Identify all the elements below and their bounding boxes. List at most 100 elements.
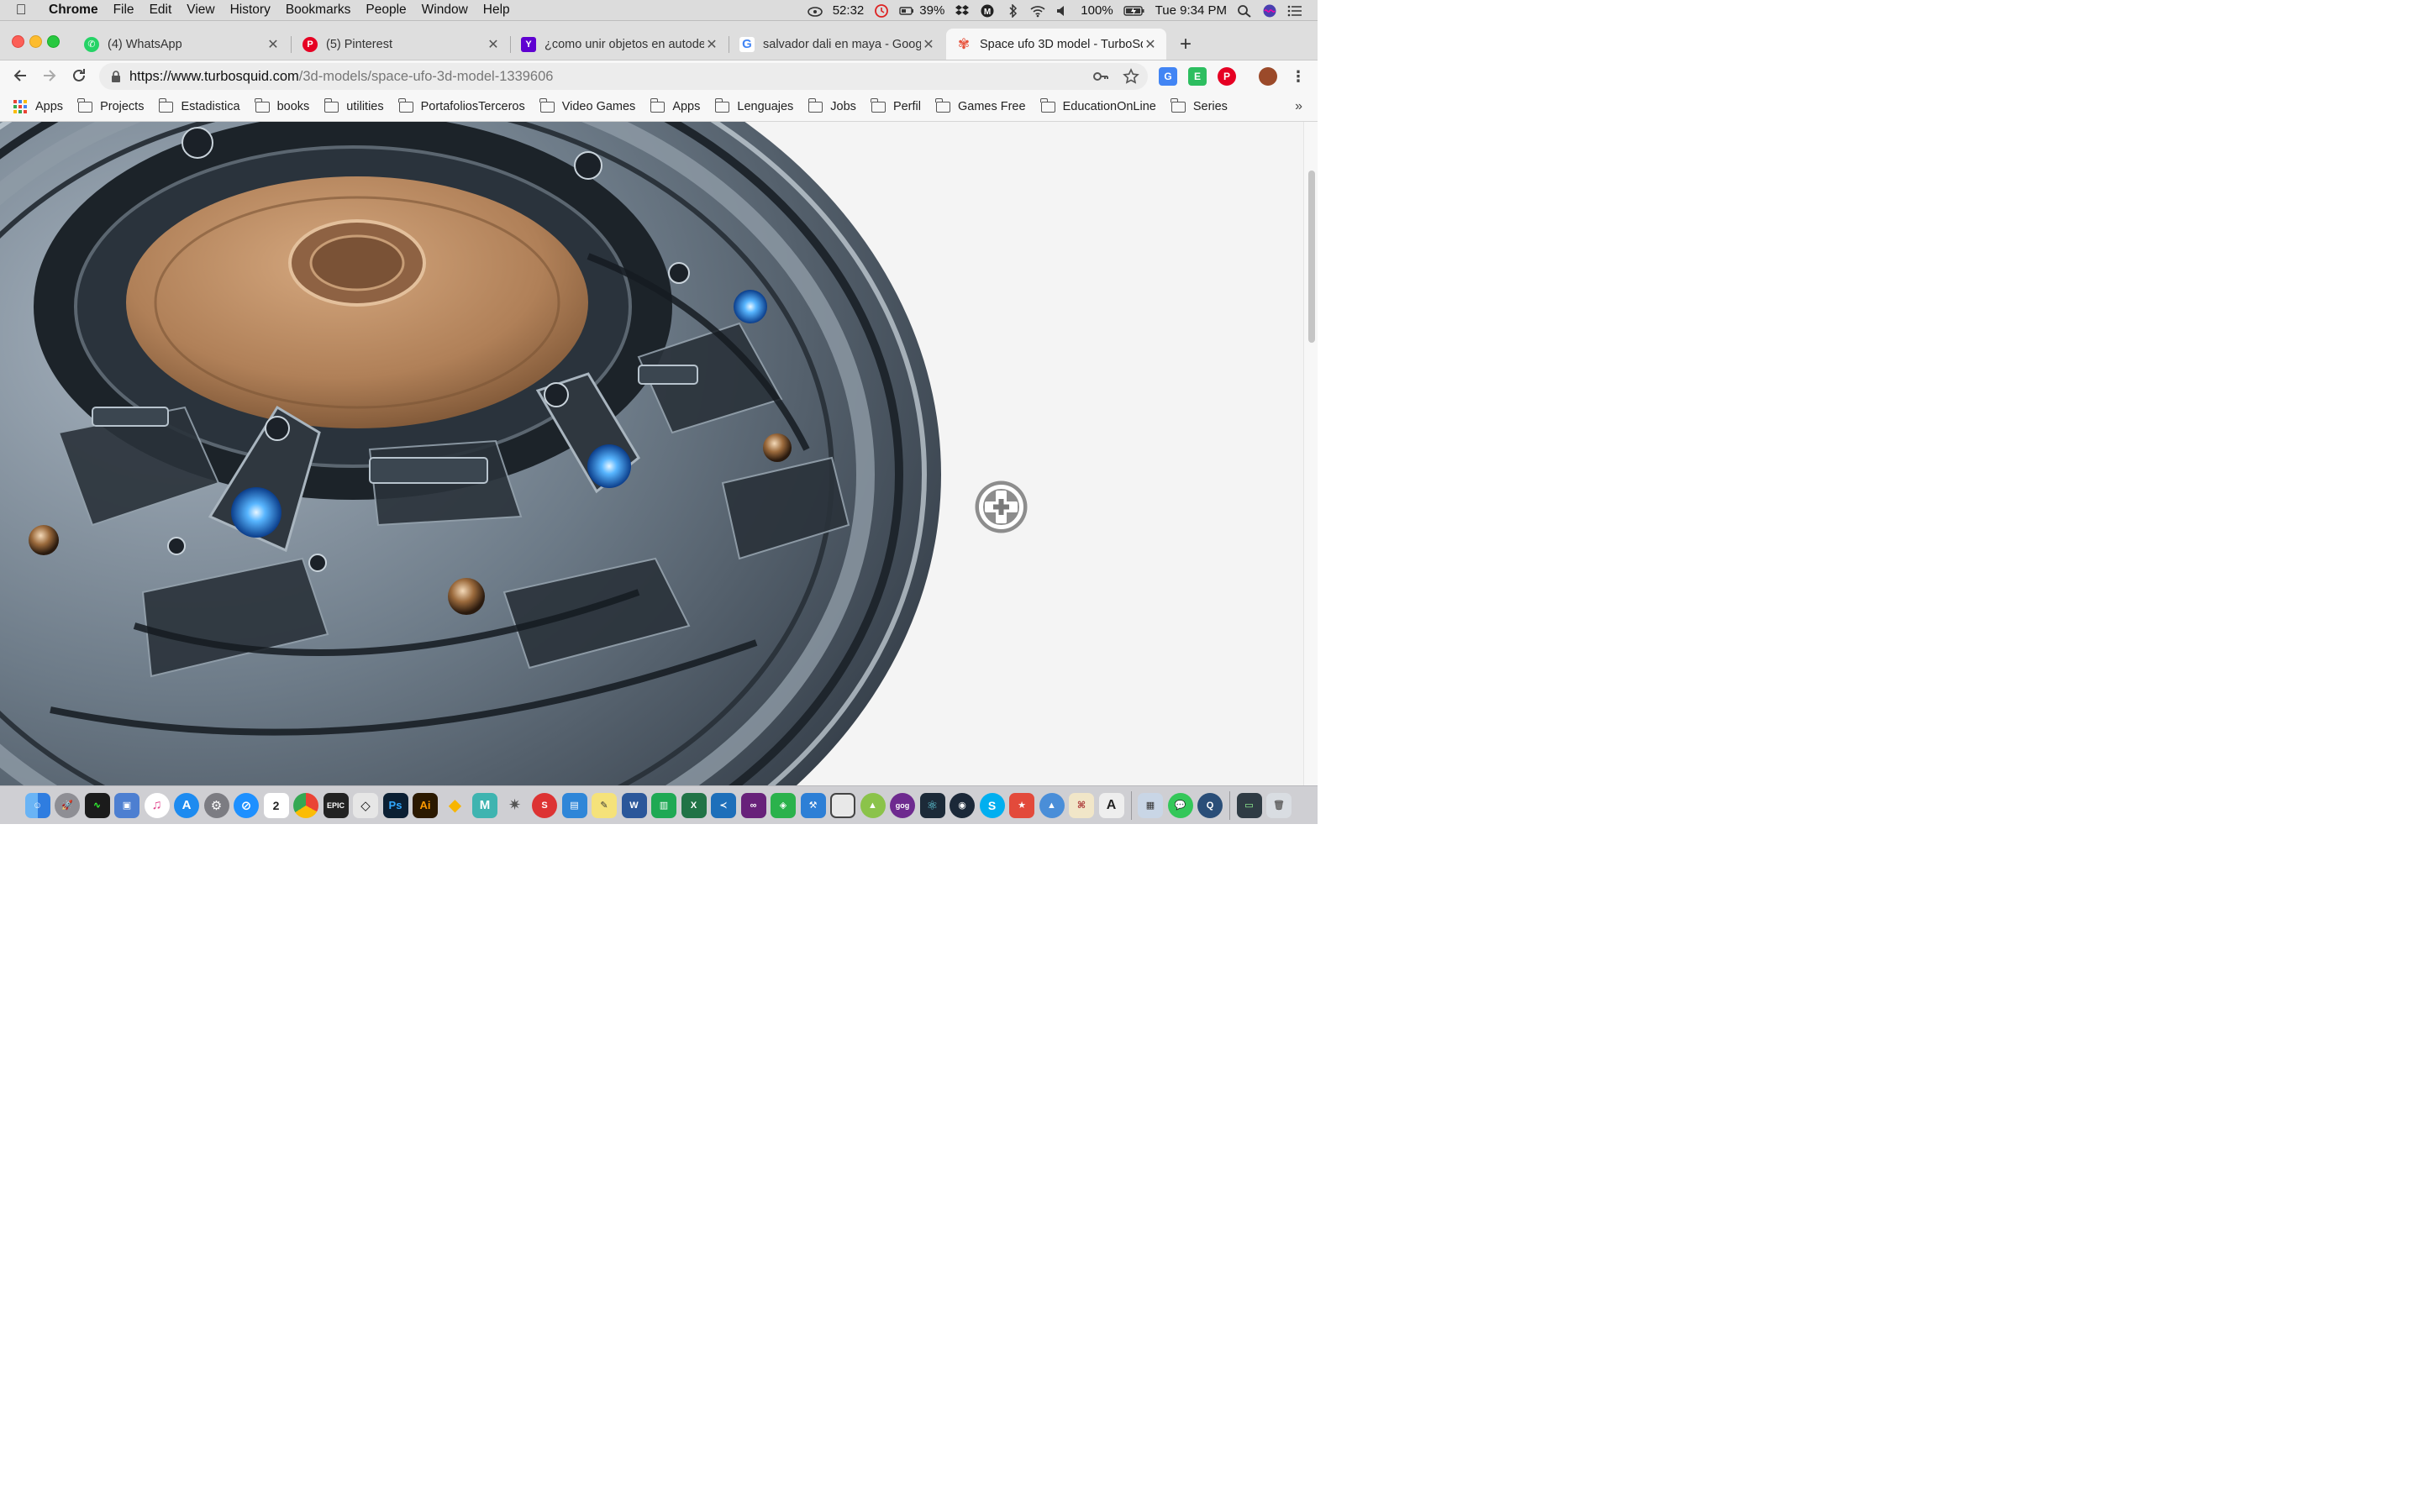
reload-button[interactable]: [69, 67, 89, 89]
bookmark-folder[interactable]: Perfil: [871, 97, 921, 113]
skype-icon[interactable]: S: [979, 792, 1005, 818]
timer-text[interactable]: 52:32: [828, 3, 870, 18]
menu-file[interactable]: File: [106, 3, 142, 18]
network-radar-icon[interactable]: ⌘: [1069, 792, 1094, 818]
malwarebytes-icon[interactable]: M: [980, 4, 995, 18]
bookmarks-overflow-button[interactable]: »: [1295, 99, 1302, 114]
bookmark-folder[interactable]: books: [254, 97, 309, 113]
dropbox-icon[interactable]: [955, 4, 970, 16]
messages-icon[interactable]: 💬: [1167, 792, 1193, 818]
trash-icon[interactable]: 🗑: [1266, 792, 1292, 818]
app-menu[interactable]: Chrome: [42, 3, 106, 18]
bookmark-folder[interactable]: Lenguajes: [714, 97, 793, 113]
system-preferences-icon[interactable]: ⚙: [203, 792, 229, 818]
bookmark-folder[interactable]: utilities: [324, 97, 384, 113]
vscode-icon[interactable]: ≺: [711, 792, 736, 818]
simulator-icon[interactable]: [830, 792, 855, 818]
tab-close-icon[interactable]: ✕: [266, 36, 281, 53]
app-store-icon[interactable]: A: [174, 792, 199, 818]
bookmark-folder[interactable]: EducationOnLine: [1039, 97, 1156, 113]
back-button[interactable]: [10, 67, 30, 89]
fullscreen-toggle-icon[interactable]: [973, 479, 1029, 535]
unity-icon[interactable]: ◇: [353, 792, 378, 818]
wifi-icon[interactable]: [1030, 4, 1045, 18]
word-icon[interactable]: W: [621, 792, 647, 818]
profile-avatar[interactable]: [1259, 67, 1277, 86]
preview-icon[interactable]: ▣: [114, 792, 139, 818]
menu-edit[interactable]: Edit: [142, 3, 180, 18]
pinterest-extension-icon[interactable]: P: [1218, 67, 1236, 86]
tab-pinterest[interactable]: P (5) Pinterest ✕: [292, 29, 509, 60]
bookmark-folder[interactable]: PortafoliosTerceros: [398, 97, 525, 113]
small-battery-icon[interactable]: [899, 4, 914, 16]
activity-monitor-icon[interactable]: ∿: [84, 792, 110, 818]
lock-icon[interactable]: [111, 71, 121, 82]
menu-help[interactable]: Help: [476, 3, 518, 18]
volume-icon[interactable]: [1055, 4, 1071, 16]
bookmark-folder[interactable]: Video Games: [539, 97, 635, 113]
address-bar[interactable]: https://www.turbosquid.com/3d-models/spa…: [99, 63, 1148, 90]
tab-google-search[interactable]: G salvador dali en maya - Google ✕: [729, 29, 944, 60]
key-icon[interactable]: [1092, 68, 1109, 85]
evernote-clipper-icon[interactable]: E: [1188, 67, 1207, 86]
spotlight-search-icon[interactable]: [1237, 4, 1252, 18]
calendar-icon[interactable]: 2: [263, 792, 289, 818]
notes-icon[interactable]: ✎: [592, 792, 617, 818]
siri-icon[interactable]: [1262, 4, 1277, 18]
quicktime-icon[interactable]: Q: [1197, 792, 1223, 818]
sketch-icon[interactable]: ◆: [443, 793, 468, 818]
atom-icon[interactable]: ⚛: [919, 792, 945, 818]
scrollbar-thumb[interactable]: [1308, 171, 1315, 343]
tab-close-icon[interactable]: ✕: [921, 36, 936, 53]
illustrator-icon[interactable]: Ai: [413, 792, 438, 818]
image-capture-icon[interactable]: ▦: [1138, 792, 1163, 818]
creative-cloud-icon[interactable]: [807, 4, 823, 17]
bookmark-apps[interactable]: Apps: [0, 100, 63, 113]
bookmark-folder[interactable]: Projects: [77, 97, 144, 113]
notification-center-icon[interactable]: [1287, 4, 1302, 17]
steam-icon[interactable]: ◉: [950, 792, 975, 818]
scrivener-icon[interactable]: S: [532, 792, 557, 818]
bookmark-folder[interactable]: Apps: [650, 97, 700, 113]
tab-turbosquid[interactable]: ✾ Space ufo 3D model - TurboSq ✕: [946, 29, 1166, 60]
forward-button[interactable]: [39, 67, 60, 89]
android-file-transfer-icon[interactable]: ▲: [860, 792, 886, 818]
bookmark-folder[interactable]: Games Free: [935, 97, 1026, 113]
files-icon[interactable]: ▤: [561, 792, 587, 818]
excel-icon[interactable]: X: [681, 792, 707, 818]
window-zoom-button[interactable]: [47, 35, 60, 48]
battery-icon[interactable]: [1123, 4, 1145, 16]
tab-close-icon[interactable]: ✕: [486, 36, 501, 53]
clock-text[interactable]: Tue 9:34 PM: [1150, 3, 1232, 18]
google-translate-icon[interactable]: G: [1159, 67, 1177, 86]
window-minimize-button[interactable]: [29, 35, 42, 48]
console-icon[interactable]: ▭: [1236, 792, 1262, 818]
affinity-icon[interactable]: A: [1098, 792, 1124, 818]
bookmark-star-icon[interactable]: [1123, 68, 1139, 85]
mixamo-icon[interactable]: ✷: [502, 793, 528, 818]
finder-icon[interactable]: ☺: [24, 792, 50, 818]
timer-icon[interactable]: [874, 4, 889, 18]
apple-menu-icon[interactable]: : [0, 2, 42, 18]
page-scrollbar[interactable]: [1303, 122, 1318, 785]
menu-bookmarks[interactable]: Bookmarks: [278, 3, 359, 18]
autodesk-icon[interactable]: ▲: [1039, 792, 1065, 818]
tab-yahoo-answers[interactable]: Y ¿como unir objetos en autodes ✕: [511, 29, 728, 60]
tab-whatsapp[interactable]: ✆ (4) WhatsApp ✕: [74, 29, 289, 60]
numbers-icon[interactable]: ▥: [651, 792, 676, 818]
tasks-icon[interactable]: ★: [1009, 792, 1034, 818]
chrome-menu-icon[interactable]: ⋮: [1289, 67, 1307, 86]
visual-studio-icon[interactable]: ∞: [740, 792, 766, 818]
feedly-icon[interactable]: ◈: [771, 792, 796, 818]
safari-icon[interactable]: ⊘: [234, 792, 259, 818]
ufo-model-render[interactable]: [0, 122, 1318, 785]
menu-people[interactable]: People: [358, 3, 413, 18]
bookmark-folder[interactable]: Series: [1171, 97, 1228, 113]
bookmark-folder[interactable]: Estadistica: [158, 97, 240, 113]
bluetooth-icon[interactable]: [1005, 4, 1020, 18]
window-close-button[interactable]: [12, 35, 24, 48]
tab-close-icon[interactable]: ✕: [704, 36, 719, 53]
menu-history[interactable]: History: [223, 3, 278, 18]
model-viewer[interactable]: [0, 122, 1318, 785]
photoshop-icon[interactable]: Ps: [382, 792, 408, 818]
